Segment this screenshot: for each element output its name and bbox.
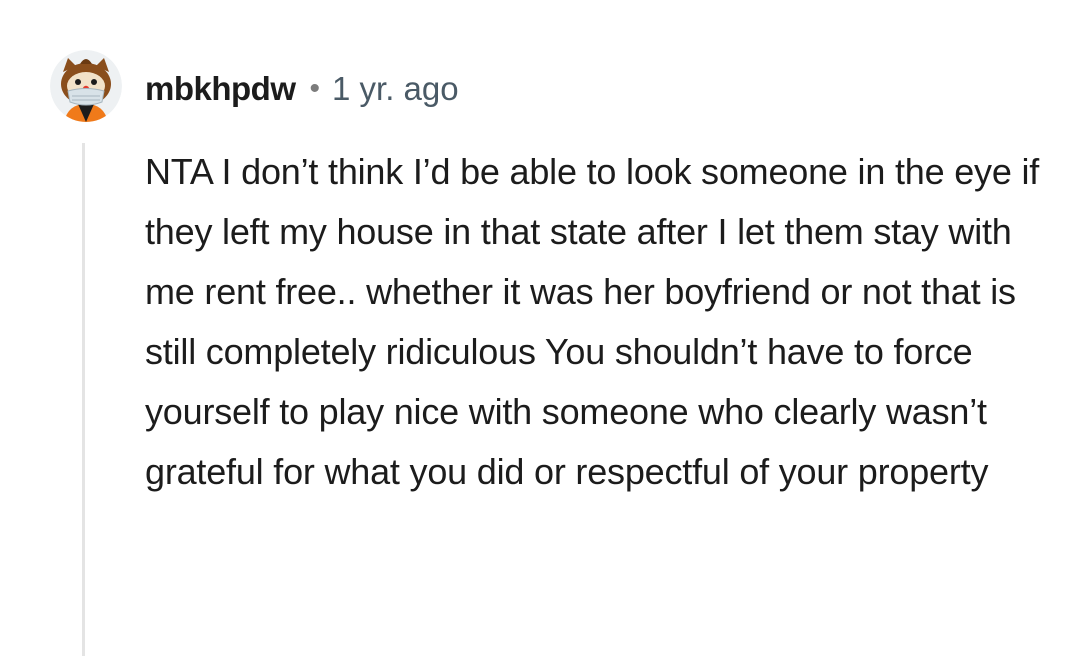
separator-dot: • (309, 72, 321, 105)
comment: mbkhpdw • 1 yr. ago NTA I don’t think I’… (0, 0, 1080, 656)
comment-timestamp[interactable]: 1 yr. ago (332, 70, 459, 108)
comment-header: mbkhpdw • 1 yr. ago (145, 64, 459, 114)
avatar[interactable] (50, 50, 122, 122)
thread-line[interactable] (82, 143, 85, 656)
comment-body: NTA I don’t think I’d be able to look so… (145, 151, 1040, 492)
username-link[interactable]: mbkhpdw (145, 70, 296, 108)
